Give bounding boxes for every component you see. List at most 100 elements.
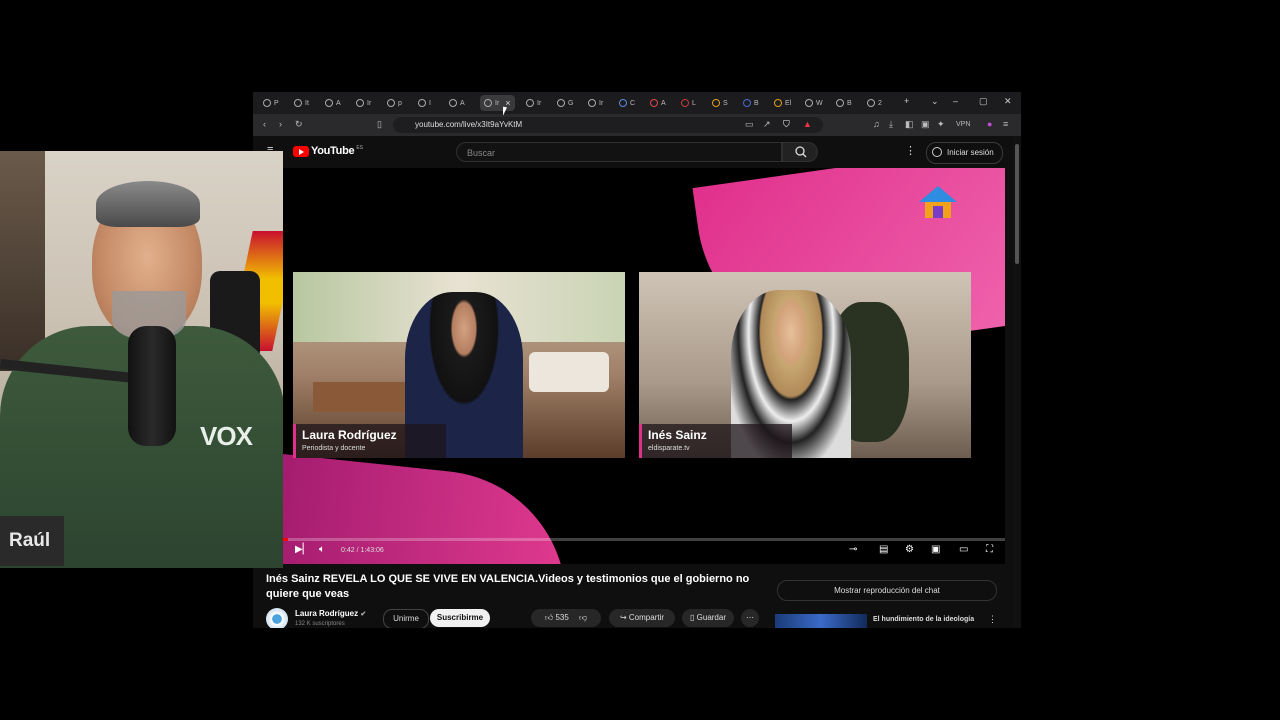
progress-fill bbox=[283, 538, 289, 541]
dislike-icon[interactable]: 👎︎ bbox=[579, 613, 587, 622]
tab-label: Ir bbox=[599, 99, 604, 107]
browser-tab[interactable]: El bbox=[774, 95, 791, 111]
guest-panel-left: Laura Rodríguez Periodista y docente bbox=[293, 272, 625, 458]
more-actions-button[interactable]: ⋯ bbox=[741, 609, 759, 627]
tab-favicon-icon bbox=[557, 99, 565, 107]
search-icon bbox=[795, 146, 807, 158]
shelf-background bbox=[0, 151, 45, 371]
download-icon[interactable]: ⤓ bbox=[889, 119, 893, 130]
play-icon[interactable]: ▶▏ bbox=[295, 544, 310, 555]
guest1-role: Periodista y docente bbox=[302, 445, 366, 452]
autoplay-toggle-icon[interactable]: ⊸ bbox=[849, 544, 857, 555]
tab-label: B bbox=[754, 99, 759, 107]
guest1-name: Laura Rodríguez bbox=[302, 428, 397, 442]
share-page-icon[interactable]: ↗ bbox=[763, 119, 771, 130]
browser-tab[interactable]: I bbox=[418, 95, 431, 111]
tab-label: W bbox=[816, 99, 823, 107]
browser-tab[interactable]: L bbox=[681, 95, 696, 111]
shield-icon[interactable]: ⛉ bbox=[783, 119, 790, 130]
minimize-icon[interactable]: – bbox=[953, 96, 958, 106]
search-input[interactable]: Buscar bbox=[456, 142, 782, 162]
tab-favicon-icon bbox=[263, 99, 271, 107]
tab-favicon-icon bbox=[805, 99, 813, 107]
tab-list-icon[interactable]: ⌄ bbox=[931, 96, 939, 107]
forward-icon[interactable]: › bbox=[279, 119, 282, 129]
subtitles-icon[interactable]: ▤ bbox=[879, 544, 888, 555]
channel-name-text: Laura Rodríguez bbox=[295, 609, 359, 618]
tab-favicon-icon bbox=[712, 99, 720, 107]
player-controls: ▶▏ 🔈︎ 0:42 / 1:43:06 ⊸ ▤ ⚙ ▣ ▭ ⛶ bbox=[283, 542, 1005, 562]
like-count[interactable]: 535 bbox=[555, 613, 568, 622]
video-player[interactable]: Laura Rodríguez Periodista y docente Iné… bbox=[283, 168, 1005, 564]
screen-icon[interactable]: ▭ bbox=[745, 119, 754, 130]
browser-tab[interactable]: W bbox=[805, 95, 823, 111]
profile-icon[interactable]: ● bbox=[987, 119, 992, 129]
aria-icon[interactable]: ▲ bbox=[803, 119, 812, 129]
save-button[interactable]: ▯ Guardar bbox=[682, 609, 734, 627]
browser-tab[interactable]: P bbox=[263, 95, 279, 111]
browser-tab[interactable]: G bbox=[557, 95, 573, 111]
browser-tab[interactable]: B bbox=[743, 95, 759, 111]
bookmark-icon[interactable]: ▯ bbox=[377, 119, 382, 130]
vpn-button[interactable]: VPN bbox=[956, 121, 970, 128]
subscriber-count: 132 K suscriptores bbox=[295, 621, 345, 627]
url-text: youtube.com/live/x3It9aYvKtM bbox=[415, 120, 523, 129]
youtube-logo[interactable]: YouTube ES bbox=[293, 145, 363, 157]
reload-icon[interactable]: ↻ bbox=[295, 119, 303, 130]
address-bar: ‹ › ↻ ▯ youtube.com/live/x3It9aYvKtM ▭ ↗… bbox=[253, 114, 1021, 136]
show-chat-replay-button[interactable]: Mostrar reproducción del chat bbox=[777, 580, 997, 601]
tab-label: G bbox=[568, 99, 574, 107]
theater-mode-icon[interactable]: ▭ bbox=[959, 544, 968, 555]
extensions-icon[interactable]: ✦ bbox=[937, 119, 945, 130]
browser-tab[interactable]: A bbox=[325, 95, 341, 111]
miniplayer-icon[interactable]: ▣ bbox=[931, 544, 940, 555]
browser-tab[interactable]: Ir bbox=[526, 95, 541, 111]
recommended-menu-icon[interactable]: ⋮ bbox=[988, 614, 997, 625]
browser-tab[interactable]: C bbox=[619, 95, 635, 111]
signin-button[interactable]: Iniciar sesión bbox=[926, 142, 1003, 164]
music-icon[interactable]: ♫ bbox=[873, 119, 880, 129]
more-options-icon[interactable]: ⋮ bbox=[905, 144, 916, 157]
fullscreen-icon[interactable]: ⛶ bbox=[986, 544, 993, 555]
browser-tab[interactable]: Ir × bbox=[480, 95, 515, 111]
new-tab-button[interactable]: + bbox=[904, 96, 909, 106]
search-button[interactable] bbox=[782, 142, 818, 162]
browser-tab[interactable]: p bbox=[387, 95, 402, 111]
back-icon[interactable]: ‹ bbox=[263, 119, 266, 129]
time-current: 0:42 bbox=[341, 547, 355, 554]
browser-tab[interactable]: It bbox=[294, 95, 309, 111]
tab-favicon-icon bbox=[588, 99, 596, 107]
browser-tab[interactable]: A bbox=[650, 95, 666, 111]
browser-tab[interactable]: 2 bbox=[867, 95, 882, 111]
browser-tab[interactable]: Ir bbox=[356, 95, 371, 111]
browser-tab[interactable]: Ir bbox=[588, 95, 603, 111]
browser-tab[interactable]: S bbox=[712, 95, 728, 111]
subscribe-button[interactable]: Suscribirme bbox=[430, 609, 490, 627]
channel-avatar[interactable] bbox=[266, 608, 288, 628]
menu-icon[interactable]: ≡ bbox=[1003, 119, 1008, 129]
like-icon[interactable]: 👍︎ bbox=[545, 613, 553, 622]
mouse-cursor-icon bbox=[503, 106, 507, 117]
recommended-thumbnail[interactable] bbox=[775, 614, 867, 628]
close-window-icon[interactable]: ✕ bbox=[1004, 96, 1012, 107]
tab-label: S bbox=[723, 99, 728, 107]
browser-tab[interactable]: B bbox=[836, 95, 852, 111]
settings-icon[interactable]: ⚙ bbox=[905, 544, 914, 555]
browser-tab[interactable]: A bbox=[449, 95, 465, 111]
maximize-icon[interactable]: ▢ bbox=[979, 96, 988, 107]
guest2-name: Inés Sainz bbox=[648, 428, 707, 442]
url-field[interactable]: youtube.com/live/x3It9aYvKtM bbox=[393, 117, 823, 133]
tab-favicon-icon bbox=[526, 99, 534, 107]
progress-bar[interactable] bbox=[283, 538, 1005, 541]
share-button[interactable]: ↪ Compartir bbox=[609, 609, 675, 627]
join-button[interactable]: Unirme bbox=[383, 609, 429, 628]
scrollbar[interactable] bbox=[1013, 136, 1021, 628]
tab-label: p bbox=[398, 99, 402, 107]
wallet-icon[interactable]: ▣ bbox=[921, 119, 930, 130]
scrollbar-thumb[interactable] bbox=[1015, 144, 1019, 264]
tab-label: A bbox=[336, 99, 341, 107]
sidebar-icon[interactable]: ◧ bbox=[905, 119, 914, 130]
recommended-title[interactable]: El hundimiento de la ideología bbox=[873, 616, 974, 623]
channel-name[interactable]: Laura Rodríguez ✔ bbox=[295, 609, 366, 618]
volume-icon[interactable]: 🔈︎ bbox=[319, 544, 325, 555]
